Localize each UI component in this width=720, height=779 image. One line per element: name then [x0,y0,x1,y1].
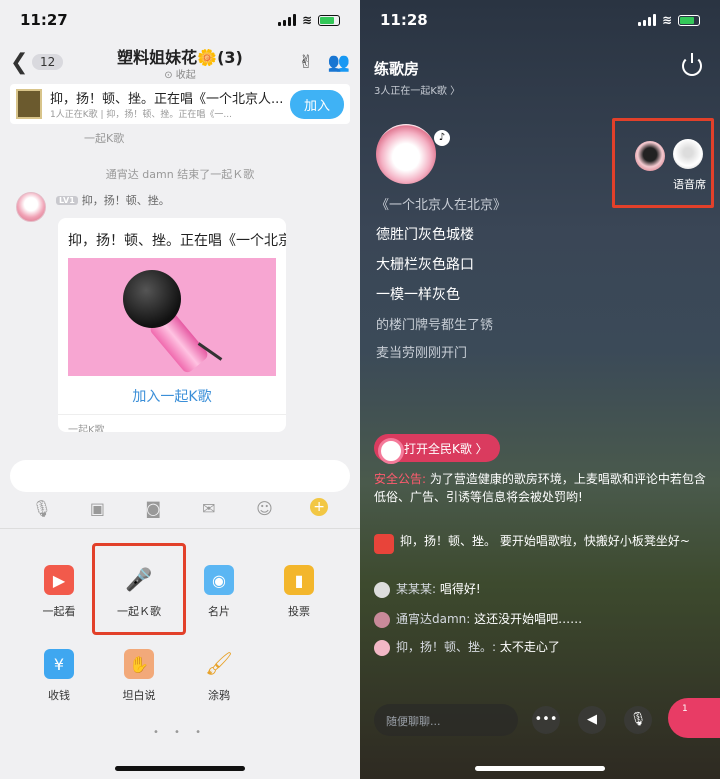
feature-watch-together[interactable]: ▶ 一起看 [24,565,94,619]
gift-count: 1 [682,704,688,714]
status-time: 11:27 [20,11,68,29]
status-bar: 11:27 ≋ [0,0,360,40]
feature-collect-money[interactable]: ¥ 收钱 [24,649,94,703]
sender-nickname: 抑，扬！顿、挫。 [81,194,170,207]
comment-input[interactable]: 随便聊聊... [374,704,518,736]
feature-panel: ▶ 一起看 🎤 一起Ｋ歌 ◉ 名片 ▮ 投票 ¥ 收钱 ✋ 坦白说 🖌 涂鸦 •… [0,528,360,779]
lyric-line: 麦当劳刚刚开门 [376,346,468,361]
page-indicator: • • • [152,727,208,738]
highlight-box [92,543,186,635]
microphone-icon[interactable]: 🎙 [624,706,652,734]
seat-avatar[interactable] [635,141,665,171]
voice-icon[interactable]: 🎙 [32,498,52,518]
room-title: 练歌房 [374,60,420,78]
feature-business-card[interactable]: ◉ 名片 [184,565,254,619]
status-icons: ≋ [637,13,700,27]
ksong-banner[interactable]: 抑，扬！顿、挫。正在唱《一个北京人... 1人正在K歌 | 抑，扬！顿、挫。正在… [10,84,350,124]
emoji-icon[interactable]: ☺ [254,498,274,518]
tv-icon: ▶ [44,565,74,595]
speaker-icon[interactable]: ◀ [578,706,606,734]
lyric-line: 一模一样灰色 [376,287,460,303]
signal-icon [637,14,656,26]
feature-confession[interactable]: ✋ 坦白说 [104,649,174,703]
status-bar: 11:28 ≋ [360,0,720,40]
image-icon[interactable]: ▣ [87,498,107,518]
card-footer: 一起K歌 [68,425,105,432]
ksong-invite-card[interactable]: 抑，扬！顿、挫。正在唱《一个北京人在北京》 加入一起K歌 一起K歌 [58,218,286,432]
power-icon[interactable] [682,53,702,76]
message-input[interactable] [10,460,350,492]
robot-icon [374,534,394,554]
microphone-image [68,258,276,376]
battery-icon [318,14,340,26]
status-time: 11:28 [380,11,428,29]
seat-avatar[interactable] [673,139,703,169]
avatar[interactable] [374,611,390,628]
comment-row: 抑，扬！顿、挫。: 太不走心了 [374,638,706,656]
ksong-room-screen: 11:28 ≋ 练歌房 3人正在一起K歌 〉 ♪ 《一个北京人在北京》 德胜门灰… [360,0,720,779]
card-icon: ◉ [204,565,234,595]
wifi-icon: ≋ [661,13,672,27]
signal-icon [277,14,296,26]
input-toolbar: 🎙 ▣ ◙ ✉ ☺ + [0,498,360,524]
feature-vote[interactable]: ▮ 投票 [264,565,334,619]
plus-icon[interactable]: + [310,498,329,516]
system-message: 通宵达 damn 结束了一起Ｋ歌 [105,168,255,181]
ksong-label: 一起K歌 [84,132,125,145]
avatar[interactable] [16,192,46,222]
safety-notice: 安全公告: 为了营造健康的歌房环境，上麦唱歌和评论中若包含低俗、广告、引诱等信息… [374,472,706,504]
banner-join-button[interactable]: 加入 [289,89,344,119]
red-packet-icon[interactable]: ✉ [199,498,219,518]
gift-button[interactable]: 1 [668,698,720,738]
bot-message: 抑，扬！顿、挫。 要开始唱歌啦，快搬好小板凳坐好~ [374,532,706,554]
lyric-line: 的楼门牌号都生了锈 [376,318,494,333]
yuan-icon: ¥ [44,649,74,679]
level-badge: LV1 [56,195,78,205]
lyric-line: 大栅栏灰色路口 [376,257,474,273]
avatar[interactable] [374,581,390,598]
feature-doodle[interactable]: 🖌 涂鸦 [184,649,254,703]
battery-icon [678,14,700,26]
brush-icon: 🖌 [205,651,233,677]
room-participants[interactable]: 3人正在一起K歌 〉 [374,82,460,97]
voice-seat-label[interactable]: 语音席 [673,176,706,192]
collapse-toggle[interactable]: ⊙ 收起 [0,66,360,81]
home-indicator [115,766,245,771]
wifi-icon: ≋ [301,13,312,27]
card-title: 抑，扬！顿、挫。正在唱《一个北京人在北京》 [68,233,286,249]
camera-icon[interactable]: ◙ [143,498,163,518]
home-indicator [475,766,605,771]
comment-row: 通宵达damn: 这还没开始唱吧…… [374,610,706,628]
singer-avatar[interactable] [376,124,436,184]
chat-header: ❮ 12 塑料姐妹花🌼(3) ⊙ 收起 ✌ 👥 [0,40,360,84]
song-thumbnail [16,89,42,119]
more-icon[interactable]: ••• [532,706,560,734]
bar-chart-icon: ▮ [284,565,314,595]
hand-icon: ✋ [124,649,154,679]
group-title: 塑料姐妹花🌼(3) [117,48,243,67]
song-name: 《一个北京人在北京》 [376,198,507,213]
card-join-button[interactable]: 加入一起K歌 [58,376,286,415]
voice-seat-highlight [612,118,714,208]
comment-row: 某某某: 唱得好! [374,580,706,598]
lyric-line: 德胜门灰色城楼 [376,227,474,243]
qq-group-chat-screen: 11:27 ≋ ❮ 12 塑料姐妹花🌼(3) ⊙ 收起 ✌ 👥 抑，扬！顿、挫。… [0,0,360,779]
status-icons: ≋ [277,13,340,27]
banner-title: 抑，扬！顿、挫。正在唱《一个北京人... [50,92,284,107]
banner-subtitle: 1人正在K歌 | 抑，扬！顿、挫。正在唱《一... [50,110,232,120]
open-app-button[interactable]: 打开全民K歌 〉 [374,434,500,464]
music-note-icon: ♪ [434,130,450,146]
avatar[interactable] [374,639,390,656]
